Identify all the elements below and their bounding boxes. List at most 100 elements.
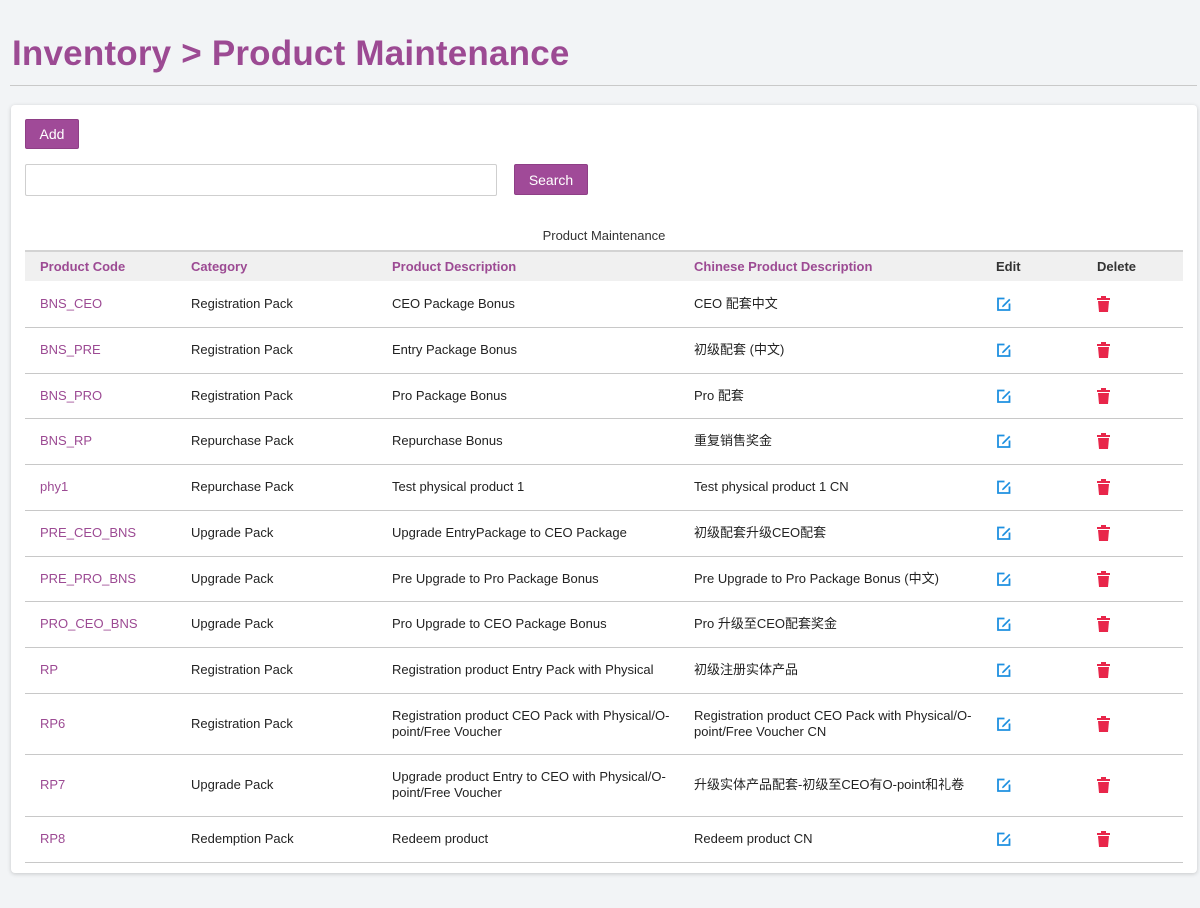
chinese-description-cell: 初级配套升级CEO配套: [679, 510, 981, 557]
table-body: BNS_CEO Registration Pack CEO Package Bonu…: [25, 281, 1183, 863]
edit-icon[interactable]: [996, 479, 1012, 495]
product-code-cell: phy1: [25, 464, 176, 511]
chinese-description-cell: Pre Upgrade to Pro Package Bonus (中文): [679, 556, 981, 602]
product-code-cell: BNS_PRO: [25, 373, 176, 419]
product-code-cell: RP: [25, 647, 176, 694]
delete-cell: [1082, 647, 1183, 694]
trash-icon[interactable]: [1097, 479, 1110, 496]
trash-icon[interactable]: [1097, 342, 1110, 359]
trash-icon[interactable]: [1097, 296, 1110, 313]
product-code-cell: PRE_CEO_BNS: [25, 510, 176, 557]
edit-icon[interactable]: [996, 716, 1012, 732]
table-row: BNS_CEO Registration Pack CEO Package Bonu…: [25, 281, 1183, 328]
edit-icon[interactable]: [996, 831, 1012, 847]
trash-icon[interactable]: [1097, 777, 1110, 794]
edit-icon[interactable]: [996, 296, 1012, 312]
product-code-cell: BNS_CEO: [25, 281, 176, 328]
edit-icon[interactable]: [996, 433, 1012, 449]
table-row: RP6 Registration Pack Registration product…: [25, 693, 1183, 755]
product-code-cell: RP8: [25, 816, 176, 863]
column-header-product-code: Product Code: [25, 250, 176, 281]
column-header-category: Category: [176, 250, 377, 281]
table-header-row: Product Code Category Product Descriptio…: [25, 250, 1183, 281]
search-input[interactable]: [25, 164, 497, 196]
delete-cell: [1082, 281, 1183, 328]
column-header-edit: Edit: [981, 250, 1082, 281]
delete-cell: [1082, 816, 1183, 863]
edit-cell: [981, 754, 1082, 817]
title-divider: [10, 85, 1197, 86]
chinese-description-cell: 升级实体产品配套-初级至CEO有O-point和礼卷: [679, 754, 981, 817]
trash-icon[interactable]: [1097, 525, 1110, 542]
category-cell: Registration Pack: [176, 281, 377, 328]
category-cell: Upgrade Pack: [176, 601, 377, 648]
product-description-cell: Pro Upgrade to CEO Package Bonus: [377, 601, 679, 648]
column-header-chinese-description: Chinese Product Description: [679, 250, 981, 281]
trash-icon[interactable]: [1097, 433, 1110, 450]
category-cell: Repurchase Pack: [176, 418, 377, 465]
category-cell: Registration Pack: [176, 647, 377, 694]
trash-icon[interactable]: [1097, 662, 1110, 679]
product-description-cell: Redeem product: [377, 816, 679, 863]
delete-cell: [1082, 464, 1183, 511]
table-row: phy1 Repurchase Pack Test physical product…: [25, 464, 1183, 511]
edit-cell: [981, 510, 1082, 557]
trash-icon[interactable]: [1097, 570, 1110, 587]
edit-icon[interactable]: [996, 525, 1012, 541]
product-code-cell: RP6: [25, 693, 176, 755]
edit-icon[interactable]: [996, 342, 1012, 358]
table-row: PRO_CEO_BNS Upgrade Pack Pro Upgrade to CE…: [25, 601, 1183, 648]
edit-cell: [981, 601, 1082, 648]
trash-icon[interactable]: [1097, 616, 1110, 633]
table-row: PRE_PRO_BNS Upgrade Pack Pre Upgrade to Pr…: [25, 556, 1183, 602]
edit-cell: [981, 647, 1082, 694]
delete-cell: [1082, 327, 1183, 374]
column-header-product-description: Product Description: [377, 250, 679, 281]
category-cell: Upgrade Pack: [176, 510, 377, 557]
delete-cell: [1082, 601, 1183, 648]
edit-icon[interactable]: [996, 662, 1012, 678]
product-description-cell: Upgrade product Entry to CEO with Physic…: [377, 754, 679, 817]
trash-icon[interactable]: [1097, 831, 1110, 848]
edit-icon[interactable]: [996, 777, 1012, 793]
category-cell: Registration Pack: [176, 693, 377, 755]
table-row: BNS_PRE Registration Pack Entry Package Bo…: [25, 327, 1183, 374]
category-cell: Upgrade Pack: [176, 754, 377, 817]
product-code-cell: PRE_PRO_BNS: [25, 556, 176, 602]
product-code-cell: RP7: [25, 754, 176, 817]
category-cell: Registration Pack: [176, 373, 377, 419]
search-button[interactable]: Search: [514, 164, 588, 195]
chinese-description-cell: Test physical product 1 CN: [679, 464, 981, 511]
edit-icon[interactable]: [996, 616, 1012, 632]
chinese-description-cell: 重复销售奖金: [679, 418, 981, 465]
edit-icon[interactable]: [996, 388, 1012, 404]
edit-cell: [981, 816, 1082, 863]
product-code-cell: BNS_PRE: [25, 327, 176, 374]
trash-icon[interactable]: [1097, 715, 1110, 732]
edit-cell: [981, 464, 1082, 511]
trash-icon[interactable]: [1097, 387, 1110, 404]
product-description-cell: Pro Package Bonus: [377, 373, 679, 419]
delete-cell: [1082, 510, 1183, 557]
chinese-description-cell: CEO 配套中文: [679, 281, 981, 328]
table-row: RP7 Upgrade Pack Upgrade product Entry to …: [25, 754, 1183, 817]
delete-cell: [1082, 556, 1183, 602]
table-caption: Product Maintenance: [542, 228, 666, 243]
category-cell: Upgrade Pack: [176, 556, 377, 602]
delete-cell: [1082, 754, 1183, 817]
product-code-cell: PRO_CEO_BNS: [25, 601, 176, 648]
product-description-cell: CEO Package Bonus: [377, 281, 679, 328]
edit-cell: [981, 327, 1082, 374]
table-row: RP8 Redemption Pack Redeem product Redeem p…: [25, 816, 1183, 863]
product-description-cell: Test physical product 1: [377, 464, 679, 511]
chinese-description-cell: 初级注册实体产品: [679, 647, 981, 694]
table-row: RP Registration Pack Registration product …: [25, 647, 1183, 694]
product-description-cell: Registration product CEO Pack with Physi…: [377, 693, 679, 755]
category-cell: Repurchase Pack: [176, 464, 377, 511]
column-header-delete: Delete: [1082, 250, 1183, 281]
chinese-description-cell: 初级配套 (中文): [679, 327, 981, 374]
add-button[interactable]: Add: [25, 119, 79, 149]
category-cell: Registration Pack: [176, 327, 377, 374]
edit-icon[interactable]: [996, 571, 1012, 587]
product-description-cell: Upgrade EntryPackage to CEO Package: [377, 510, 679, 557]
